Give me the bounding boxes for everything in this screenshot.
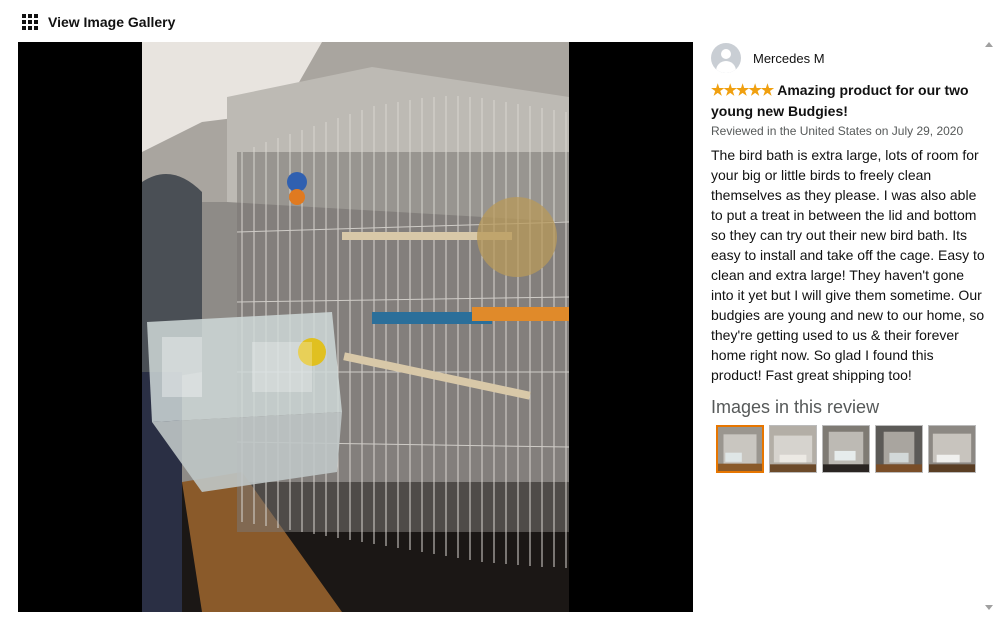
review-author: Mercedes M (711, 42, 985, 74)
scrollbar[interactable] (985, 42, 993, 610)
review-thumbnail[interactable] (822, 425, 870, 473)
review-thumbnail[interactable] (928, 425, 976, 473)
avatar (711, 43, 741, 73)
review-photo (142, 42, 569, 612)
star-rating-icon: ★★★★★ (711, 82, 774, 99)
images-in-review-heading: Images in this review (711, 397, 880, 417)
review-thumbnail[interactable] (875, 425, 923, 473)
grid-icon (22, 14, 38, 30)
review-body: The bird bath is extra large, lots of ro… (711, 147, 985, 383)
review-image-thumbnails (716, 425, 985, 473)
scroll-down-arrow-icon[interactable] (985, 605, 993, 610)
review-thumbnail[interactable] (769, 425, 817, 473)
review-thumbnail[interactable] (716, 425, 764, 473)
view-image-gallery-button[interactable]: View Image Gallery (22, 10, 175, 34)
image-viewer (18, 42, 693, 612)
view-image-gallery-label: View Image Gallery (48, 14, 176, 30)
author-name[interactable]: Mercedes M (753, 51, 825, 66)
review-date: Reviewed in the United States on July 29… (711, 124, 964, 138)
review-title-line: ★★★★★ Amazing product for our two young n… (711, 80, 985, 121)
review-panel: Mercedes M ★★★★★ Amazing product for our … (711, 42, 985, 473)
scroll-up-arrow-icon[interactable] (985, 42, 993, 47)
